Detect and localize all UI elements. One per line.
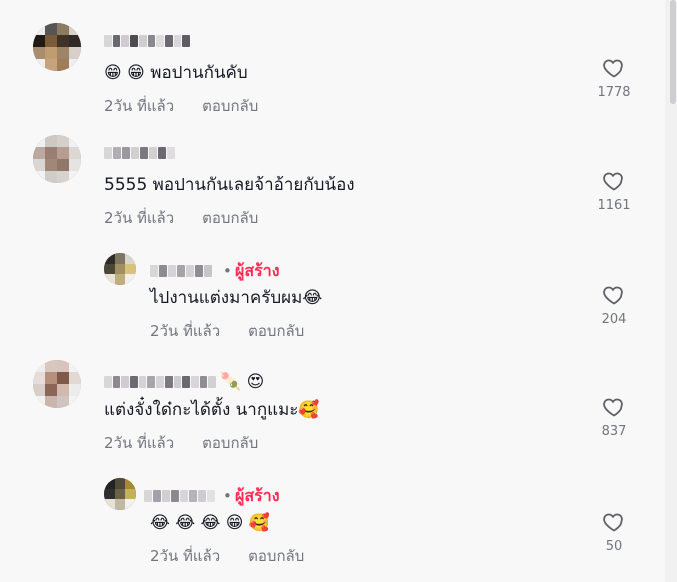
reply-item: • ผู้สร้าง ไปงานแต่งมาครับผม😂 2วัน ที่แล… <box>0 244 650 344</box>
name-emoji: 🍡 😍 <box>220 372 265 392</box>
heart-icon[interactable] <box>602 169 626 193</box>
heart-icon[interactable] <box>602 510 626 534</box>
comment-text: 😂 😂 😂 😁 🥰 <box>150 513 271 533</box>
reply-button[interactable]: ตอบกลับ <box>248 322 304 340</box>
reply-button[interactable]: ตอบกลับ <box>248 547 304 565</box>
comment-time: 2วัน ที่แล้ว <box>104 434 175 452</box>
like-control[interactable]: 50 <box>594 510 634 560</box>
like-count: 204 <box>601 312 627 327</box>
comment-item: 5555 พอปานกันเลยจ้าอ้ายกับน้อง 2วัน ที่แ… <box>0 132 650 232</box>
username-blurred[interactable] <box>104 376 216 388</box>
reply-item: • ผู้สร้าง 😂 😂 😂 😁 🥰 2วัน ที่แล้ว ตอบกลับ… <box>0 468 650 568</box>
heart-icon[interactable] <box>602 395 626 419</box>
comment-time: 2วัน ที่แล้ว <box>150 322 221 340</box>
creator-badge: ผู้สร้าง <box>235 486 280 505</box>
reply-button[interactable]: ตอบกลับ <box>202 209 258 227</box>
like-count: 837 <box>601 424 627 439</box>
scrollbar-thumb[interactable] <box>670 0 676 104</box>
heart-icon[interactable] <box>602 56 626 80</box>
comment-text: 😁 😁 พอปานกันคับ <box>104 63 248 83</box>
like-count: 1778 <box>597 85 631 100</box>
separator: • <box>223 262 232 280</box>
comment-text: 5555 พอปานกันเลยจ้าอ้ายกับน้อง <box>104 175 355 195</box>
comment-time: 2วัน ที่แล้ว <box>104 97 175 115</box>
avatar[interactable] <box>104 253 136 285</box>
like-control[interactable]: 1778 <box>594 56 634 106</box>
like-count: 50 <box>605 539 623 554</box>
comment-meta: 2วัน ที่แล้ว ตอบกลับ <box>104 209 258 227</box>
like-control[interactable]: 204 <box>594 283 634 333</box>
like-count: 1161 <box>597 198 631 213</box>
avatar[interactable] <box>33 23 81 71</box>
comment-time: 2วัน ที่แล้ว <box>104 209 175 227</box>
comment-item: 🍡 😍 แต่งจั๋งใด๋กะได้ตั้ง นากูแมะ🥰 2วัน ท… <box>0 356 650 456</box>
avatar[interactable] <box>104 478 136 510</box>
comment-time: 2วัน ที่แล้ว <box>150 547 221 565</box>
reply-button[interactable]: ตอบกลับ <box>202 97 258 115</box>
comment-panel: 😁 😁 พอปานกันคับ 2วัน ที่แล้ว ตอบกลับ 1778… <box>0 0 677 582</box>
username-blurred[interactable] <box>104 147 178 159</box>
heart-icon[interactable] <box>602 283 626 307</box>
username-blurred[interactable] <box>104 35 190 47</box>
comment-meta: 2วัน ที่แล้ว ตอบกลับ <box>104 97 258 115</box>
creator-badge: ผู้สร้าง <box>235 261 280 280</box>
comment-item: 😁 😁 พอปานกันคับ 2วัน ที่แล้ว ตอบกลับ 1778 <box>0 20 650 120</box>
separator: • <box>223 487 232 505</box>
reply-button[interactable]: ตอบกลับ <box>202 434 258 452</box>
username-blurred[interactable] <box>144 490 218 502</box>
avatar[interactable] <box>33 135 81 183</box>
comment-text: แต่งจั๋งใด๋กะได้ตั้ง นากูแมะ🥰 <box>104 400 320 420</box>
comment-text: ไปงานแต่งมาครับผม😂 <box>150 288 323 308</box>
like-control[interactable]: 1161 <box>594 169 634 219</box>
scrollbar-track[interactable] <box>665 0 677 582</box>
avatar[interactable] <box>33 360 81 408</box>
username-blurred[interactable] <box>150 265 218 277</box>
like-control[interactable]: 837 <box>594 395 634 445</box>
comment-meta: 2วัน ที่แล้ว ตอบกลับ <box>150 322 304 340</box>
comment-meta: 2วัน ที่แล้ว ตอบกลับ <box>104 434 258 452</box>
comment-meta: 2วัน ที่แล้ว ตอบกลับ <box>150 547 304 565</box>
